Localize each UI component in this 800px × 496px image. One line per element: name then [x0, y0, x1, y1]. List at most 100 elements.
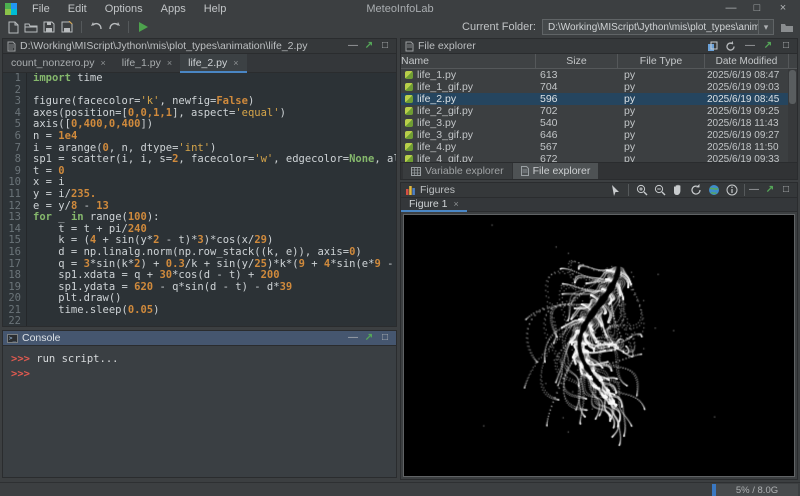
- undo-icon[interactable]: [87, 19, 105, 35]
- zoom-out-icon[interactable]: [652, 184, 667, 197]
- full-extent-globe-icon[interactable]: [706, 184, 721, 197]
- editor-tab-life_2.py[interactable]: life_2.py×: [180, 54, 246, 72]
- file-row-life_3.py[interactable]: life_3.py540py2025/6/18 11:43: [401, 117, 797, 129]
- editor-tab-bar: count_nonzero.py×life_1.py×life_2.py×: [3, 54, 396, 73]
- py-file-icon: [405, 155, 413, 162]
- window-minimize-button[interactable]: —: [718, 0, 744, 17]
- status-bar: 5% / 8.0G: [0, 482, 800, 496]
- file-explorer-minimize-icon[interactable]: —: [743, 39, 757, 53]
- rotate-icon[interactable]: [688, 184, 703, 197]
- new-file-icon[interactable]: [4, 19, 22, 35]
- pan-hand-icon[interactable]: [670, 184, 685, 197]
- current-folder-combobox[interactable]: D:\Working\MIScript\Jython\mis\plot_type…: [542, 19, 774, 35]
- close-tab-icon[interactable]: ×: [167, 58, 172, 68]
- figures-minimize-icon[interactable]: —: [747, 183, 761, 197]
- file-explorer-maximize-icon[interactable]: □: [779, 39, 793, 53]
- code-line: 21 time.sleep(0.05): [3, 305, 396, 317]
- meteoinfolab-window: FileEditOptionsAppsHelp MeteoInfoLab — □…: [0, 0, 800, 496]
- figure-1-plot[interactable]: [403, 214, 795, 477]
- page-icon: [521, 166, 529, 176]
- zoom-in-icon[interactable]: [634, 184, 649, 197]
- close-tab-icon[interactable]: ×: [233, 58, 238, 68]
- file-row-life_4.py[interactable]: life_4.py567py2025/6/18 11:50: [401, 141, 797, 153]
- figures-undock-icon[interactable]: ↗: [763, 183, 777, 197]
- figures-icon: [405, 185, 416, 195]
- run-script-icon[interactable]: [134, 19, 152, 35]
- console-icon: >_: [7, 334, 18, 343]
- close-tab-icon[interactable]: ×: [100, 58, 105, 68]
- code-editor[interactable]: 1import time2 3figure(facecolor='k', new…: [3, 73, 396, 326]
- py-file-icon: [405, 71, 413, 79]
- console-title-bar[interactable]: >_ Console — ↗ □: [3, 331, 396, 346]
- memory-usage-text: 5% / 8.0G: [716, 485, 798, 496]
- menu-file[interactable]: File: [23, 0, 59, 18]
- window-maximize-button[interactable]: □: [744, 0, 770, 17]
- save-icon[interactable]: [40, 19, 58, 35]
- menu-apps[interactable]: Apps: [152, 0, 195, 18]
- editor-tab-count_nonzero.py[interactable]: count_nonzero.py×: [3, 54, 114, 72]
- figure-tab-bar: Figure 1×: [401, 198, 797, 212]
- chevron-down-icon[interactable]: ▾: [758, 20, 773, 34]
- tab-file-explorer[interactable]: File explorer: [513, 163, 599, 179]
- py-file-icon: [405, 131, 413, 139]
- file-explorer-title-bar[interactable]: File explorer — ↗ □: [401, 39, 797, 54]
- menu-bar: FileEditOptionsAppsHelp MeteoInfoLab — □…: [0, 0, 800, 18]
- console-line: >>> run script...: [11, 352, 396, 367]
- py-file-icon: [405, 143, 413, 151]
- figures-panel: Figures: [400, 182, 798, 480]
- file-explorer-title: File explorer: [418, 40, 476, 52]
- figures-title: Figures: [420, 184, 455, 196]
- file-explorer-undock-icon[interactable]: ↗: [761, 39, 775, 53]
- window-close-button[interactable]: ×: [770, 0, 796, 17]
- copy-path-icon[interactable]: [707, 41, 721, 52]
- memory-indicator: 5% / 8.0G: [712, 484, 798, 496]
- file-explorer-icon: [405, 41, 414, 52]
- current-folder-group: Current Folder: D:\Working\MIScript\Jyth…: [462, 19, 796, 35]
- column-header-date-modified[interactable]: Date Modified: [705, 54, 789, 68]
- editor-maximize-icon[interactable]: □: [378, 39, 392, 53]
- identify-info-icon[interactable]: [724, 184, 739, 197]
- explorer-tab-bar: Variable explorerFile explorer: [401, 162, 797, 179]
- figure-tab-figure-1[interactable]: Figure 1×: [401, 198, 467, 211]
- open-file-icon[interactable]: [22, 19, 40, 35]
- file-row-life_2.py[interactable]: life_2.py596py2025/6/19 08:45: [401, 93, 797, 105]
- console-output[interactable]: >>> run script...>>>: [3, 346, 396, 477]
- column-header-name[interactable]: Name: [401, 54, 536, 68]
- figure-canvas-area: [401, 212, 797, 479]
- file-explorer-panel: File explorer — ↗ □ NameSizeFile TypeDat…: [400, 38, 798, 180]
- editor-tab-life_1.py[interactable]: life_1.py×: [114, 54, 180, 72]
- file-table-scrollbar[interactable]: [788, 69, 797, 162]
- editor-minimize-icon[interactable]: —: [346, 39, 360, 53]
- refresh-icon[interactable]: [725, 41, 739, 52]
- menu-help[interactable]: Help: [195, 0, 236, 18]
- menu-options[interactable]: Options: [96, 0, 152, 18]
- grid-icon: [411, 167, 421, 176]
- console-maximize-icon[interactable]: □: [378, 331, 392, 345]
- column-header-size[interactable]: Size: [536, 54, 618, 68]
- file-row-life_2_gif.py[interactable]: life_2_gif.py702py2025/6/19 09:25: [401, 105, 797, 117]
- redo-icon[interactable]: [105, 19, 123, 35]
- py-file-icon: [405, 107, 413, 115]
- tab-variable-explorer[interactable]: Variable explorer: [403, 163, 512, 179]
- file-row-life_1_gif.py[interactable]: life_1_gif.py704py2025/6/19 09:03: [401, 81, 797, 93]
- close-tab-icon[interactable]: ×: [454, 199, 459, 209]
- column-header-file-type[interactable]: File Type: [618, 54, 705, 68]
- current-folder-value: D:\Working\MIScript\Jython\mis\plot_type…: [543, 22, 758, 33]
- console-minimize-icon[interactable]: —: [346, 331, 360, 345]
- file-row-life_3_gif.py[interactable]: life_3_gif.py646py2025/6/19 09:27: [401, 129, 797, 141]
- select-cursor-icon[interactable]: [608, 184, 623, 197]
- menu-edit[interactable]: Edit: [59, 0, 96, 18]
- editor-title-bar[interactable]: D:\Working\MIScript\Jython\mis\plot_type…: [3, 39, 396, 54]
- browse-folder-icon[interactable]: [778, 19, 796, 35]
- file-row-life_1.py[interactable]: life_1.py613py2025/6/19 08:47: [401, 69, 797, 81]
- save-as-icon[interactable]: [58, 19, 76, 35]
- console-undock-icon[interactable]: ↗: [362, 331, 376, 345]
- code-line: 22: [3, 316, 396, 326]
- current-folder-label: Current Folder:: [462, 21, 536, 33]
- app-logo-icon: [5, 3, 17, 15]
- figures-maximize-icon[interactable]: □: [779, 183, 793, 197]
- console-title: Console: [22, 332, 61, 344]
- file-row-life_4_gif.py[interactable]: life_4_gif.py672py2025/6/19 09:33: [401, 153, 797, 162]
- figures-title-bar[interactable]: Figures: [401, 183, 797, 198]
- editor-undock-icon[interactable]: ↗: [362, 39, 376, 53]
